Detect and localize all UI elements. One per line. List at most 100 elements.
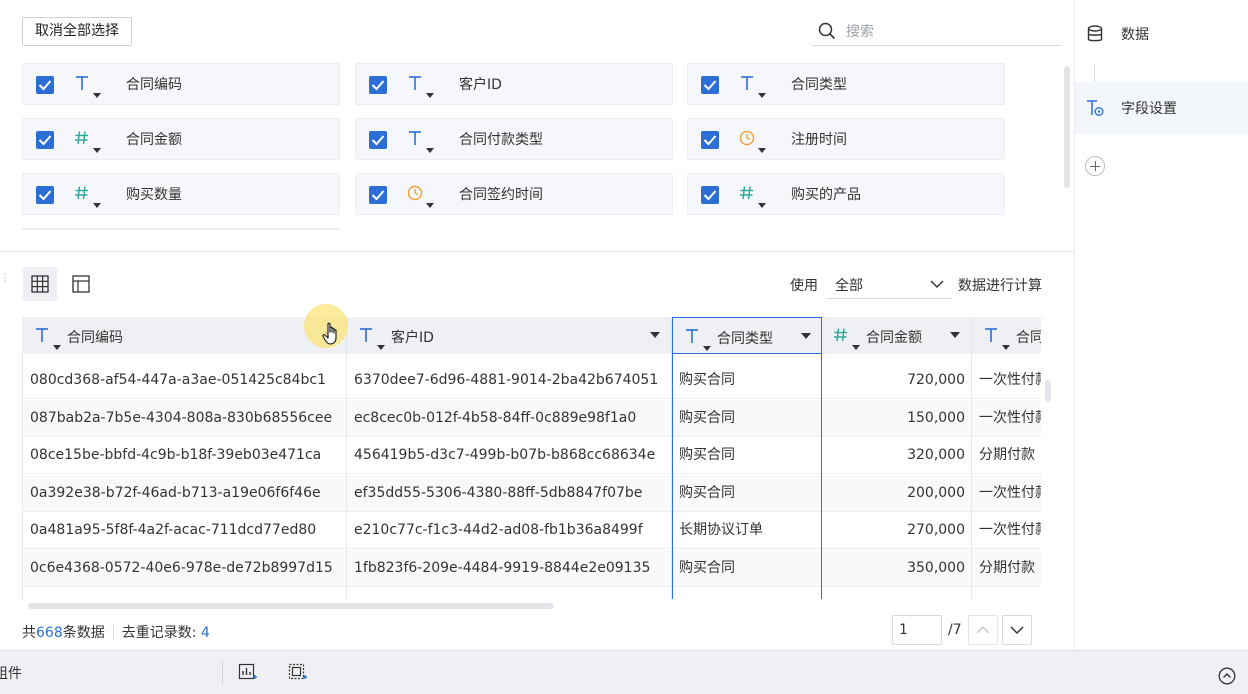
field-type-dropdown[interactable] [738, 73, 768, 101]
field-type-dropdown[interactable] [738, 183, 768, 211]
column-type-dropdown[interactable] [982, 325, 1010, 350]
field-type-dropdown[interactable] [738, 128, 768, 156]
field-list-scrollbar[interactable] [1064, 66, 1070, 188]
table-cell[interactable]: 购买合同 [672, 400, 822, 437]
search-input[interactable] [846, 20, 1046, 44]
page-number-input[interactable] [892, 615, 942, 645]
add-dashboard-icon[interactable] [288, 663, 308, 683]
table-cell[interactable]: 一次性付款 [972, 475, 1041, 512]
table-cell[interactable]: 一次性付款 [972, 362, 1041, 399]
table-cell[interactable]: 350,000 [822, 550, 972, 587]
field-item[interactable]: 合同金额 [22, 118, 340, 160]
column-type-dropdown[interactable] [832, 325, 860, 350]
table-row[interactable]: 0a481a95-5f8f-4a2f-acac-711dcd77ed80 e210… [23, 512, 1041, 549]
field-type-dropdown[interactable] [73, 183, 103, 211]
column-menu-icon[interactable] [950, 332, 960, 338]
field-checkbox[interactable] [701, 76, 719, 94]
field-checkbox[interactable] [369, 76, 387, 94]
field-item[interactable]: 合同签约时间 [355, 173, 673, 215]
table-cell[interactable]: 分期付款 [972, 550, 1041, 587]
field-checkbox[interactable] [36, 76, 54, 94]
table-cell[interactable]: 1fb823f6-209e-4484-9919-8844e2e09135 [347, 550, 672, 587]
table-cell[interactable]: 200,000 [822, 475, 972, 512]
field-type-dropdown[interactable] [73, 73, 103, 101]
table-row[interactable]: 08ce15be-bbfd-4c9b-b18f-39eb03e471ca 4564… [23, 437, 1041, 474]
table-cell[interactable]: 720,000 [822, 362, 972, 399]
field-type-dropdown[interactable] [406, 183, 436, 211]
column-header[interactable]: 合同 [972, 317, 1041, 354]
field-checkbox[interactable] [701, 131, 719, 149]
table-cell[interactable]: 一次性付款 [972, 400, 1041, 437]
column-type-dropdown[interactable] [33, 325, 61, 350]
field-item[interactable]: 合同类型 [687, 63, 1005, 105]
field-checkbox[interactable] [36, 131, 54, 149]
layout-view-button[interactable] [64, 267, 98, 301]
table-row[interactable]: 0a392e38-b72f-46ad-b713-a19e06f6f46e ef35… [23, 474, 1041, 512]
table-cell[interactable]: 0a481a95-5f8f-4a2f-acac-711dcd77ed80 [23, 512, 347, 549]
field-item[interactable]: 合同编码 [22, 63, 340, 105]
column-header[interactable]: 合同编码 [23, 317, 347, 354]
column-header-label: 合同编码 [67, 330, 123, 346]
column-type-dropdown[interactable] [683, 326, 711, 351]
field-item[interactable]: 购买的产品 [687, 173, 1005, 215]
table-row[interactable]: 087bab2a-7b5e-4304-808a-830b68556cee ec8c… [23, 399, 1041, 437]
field-item[interactable]: 购买数量 [22, 173, 340, 215]
add-chart-icon[interactable] [238, 663, 258, 683]
column-header[interactable]: 合同类型 [672, 317, 822, 354]
field-search[interactable] [812, 18, 1062, 46]
data-scope-select[interactable]: 全部 [826, 271, 952, 299]
field-checkbox[interactable] [701, 186, 719, 204]
table-cell[interactable]: 150,000 [822, 400, 972, 437]
panel-item-data[interactable]: 数据 [1075, 8, 1248, 60]
table-cell[interactable]: 长期协议订单 [672, 512, 822, 549]
page-next-button[interactable] [1002, 615, 1032, 645]
component-tab-label[interactable]: 组件 [0, 663, 22, 683]
deselect-all-button[interactable]: 取消全部选择 [22, 17, 132, 46]
table-horizontal-scrollbar[interactable] [28, 603, 554, 609]
grid-view-button[interactable] [23, 267, 57, 301]
table-cell[interactable]: 购买合同 [672, 475, 822, 512]
panel-item-field-settings[interactable]: 字段设置 [1075, 82, 1248, 134]
table-cell[interactable]: 0c6e4368-0572-40e6-978e-de72b8997d15 [23, 550, 347, 587]
column-menu-icon[interactable] [801, 333, 811, 339]
column-header[interactable]: 合同金额 [822, 317, 972, 354]
field-checkbox[interactable] [36, 186, 54, 204]
table-row[interactable]: 0c6e4368-0572-40e6-978e-de72b8997d15 1fb8… [23, 549, 1041, 587]
table-cell[interactable]: 456419b5-d3c7-499b-b07b-b868cc68634e [347, 437, 672, 474]
table-cell[interactable]: 6370dee7-6d96-4881-9014-2ba42b674051 [347, 362, 672, 399]
table-cell[interactable]: 分期付款 [972, 437, 1041, 474]
drag-handle-icon[interactable]: ⋮ [0, 274, 10, 292]
table-cell[interactable]: 270,000 [822, 512, 972, 549]
field-label: 合同编码 [126, 77, 182, 93]
table-cell[interactable]: 购买合同 [672, 362, 822, 399]
table-cell[interactable]: 购买合同 [672, 437, 822, 474]
column-header[interactable]: 客户ID [347, 317, 672, 354]
table-row[interactable]: 080cd368-af54-447a-a3ae-051425c84bc1 6370… [23, 362, 1041, 399]
table-cell[interactable]: ec8cec0b-012f-4b58-84ff-0c889e98f1a0 [347, 400, 672, 437]
collapse-up-icon[interactable] [1218, 667, 1236, 685]
field-checkbox[interactable] [369, 131, 387, 149]
page-prev-button[interactable] [968, 615, 998, 645]
field-item[interactable]: 合同付款类型 [355, 118, 673, 160]
field-type-dropdown[interactable] [406, 73, 436, 101]
table-cell[interactable]: e210c77c-f1c3-44d2-ad08-fb1b36a8499f [347, 512, 672, 549]
table-cell[interactable]: 0a392e38-b72f-46ad-b713-a19e06f6f46e [23, 475, 347, 512]
field-checkbox[interactable] [369, 186, 387, 204]
table-cell[interactable]: 购买合同 [672, 550, 822, 587]
table-vertical-scrollbar[interactable] [1045, 380, 1051, 402]
text-type-icon [76, 76, 101, 98]
text-type-icon [686, 329, 711, 351]
table-cell[interactable]: 087bab2a-7b5e-4304-808a-830b68556cee [23, 400, 347, 437]
table-cell[interactable]: 320,000 [822, 437, 972, 474]
add-step-icon[interactable] [1085, 156, 1105, 176]
table-cell[interactable]: 08ce15be-bbfd-4c9b-b18f-39eb03e471ca [23, 437, 347, 474]
field-item[interactable]: 客户ID [355, 63, 673, 105]
field-type-dropdown[interactable] [406, 128, 436, 156]
table-cell[interactable]: 一次性付款 [972, 512, 1041, 549]
table-cell[interactable]: 080cd368-af54-447a-a3ae-051425c84bc1 [23, 362, 347, 399]
column-type-dropdown[interactable] [357, 325, 385, 350]
field-item[interactable]: 注册时间 [687, 118, 1005, 160]
table-cell[interactable]: ef35dd55-5306-4380-88ff-5db8847f07be [347, 475, 672, 512]
field-type-dropdown[interactable] [73, 128, 103, 156]
column-menu-icon[interactable] [650, 332, 660, 338]
